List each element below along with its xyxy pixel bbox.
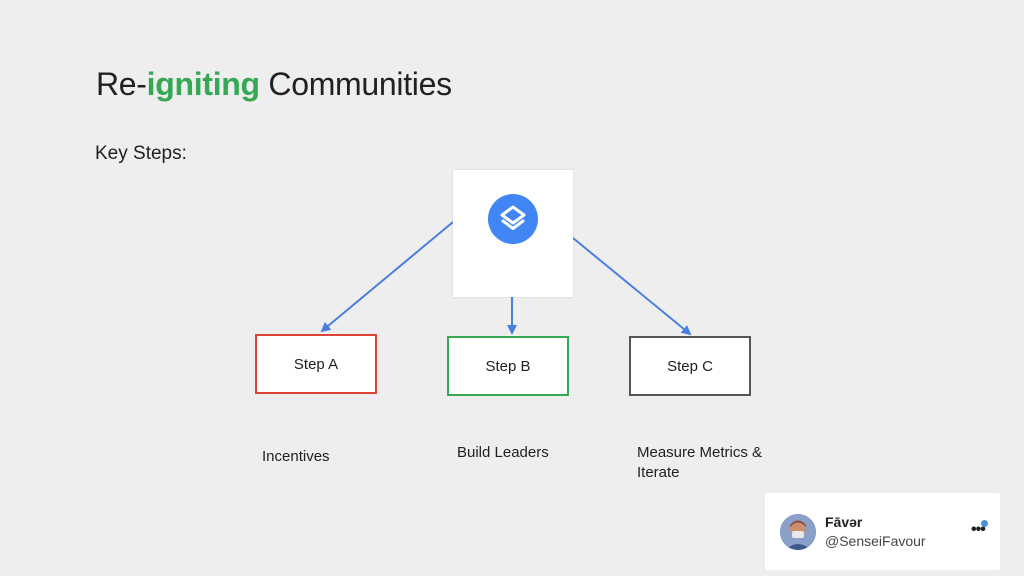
profile-handle: @SenseiFavour — [825, 533, 926, 549]
step-c-box: Step C — [629, 336, 751, 396]
step-c-caption: Measure Metrics & Iterate — [637, 444, 763, 481]
profile-card[interactable]: Fāvər @SenseiFavour ••• — [765, 493, 1000, 570]
layers-icon — [488, 194, 538, 244]
step-b-box: Step B — [447, 336, 569, 396]
step-c-label: Step C — [667, 357, 713, 375]
step-a-caption: Incentives — [262, 448, 330, 465]
avatar[interactable] — [780, 514, 816, 550]
profile-name: Fāvər — [825, 514, 863, 530]
step-a-box: Step A — [255, 334, 377, 394]
step-b-caption: Build Leaders — [457, 444, 549, 461]
root-node-card — [453, 170, 573, 297]
arrow-to-step-a — [320, 221, 454, 333]
arrow-to-step-c — [572, 237, 692, 336]
status-dot — [981, 520, 988, 527]
step-a-label: Step A — [293, 355, 339, 373]
step-b-label: Step B — [485, 357, 531, 375]
